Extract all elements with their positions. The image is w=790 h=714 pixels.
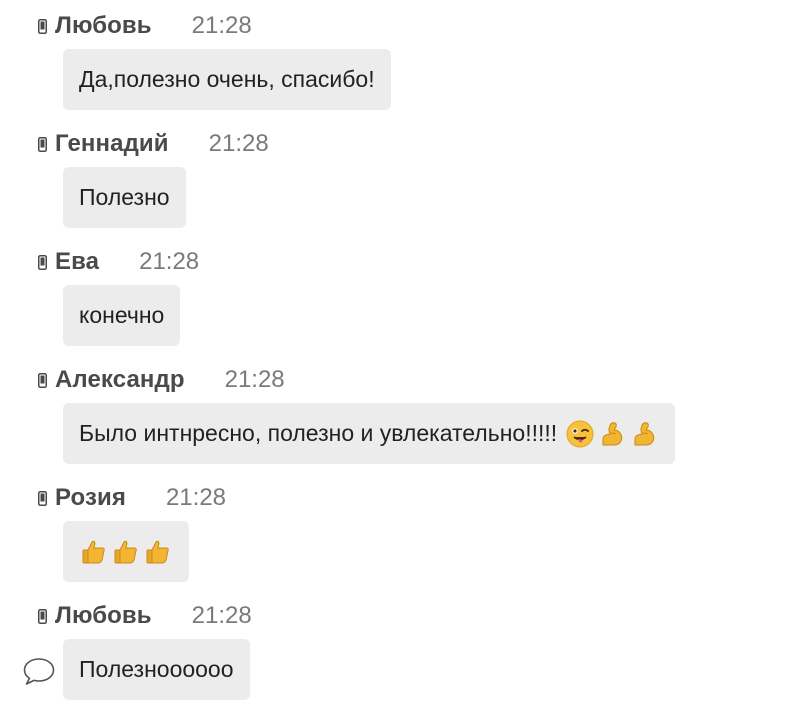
mobile-phone-icon [38, 608, 47, 624]
thumbs-up-icon [143, 537, 173, 567]
message-emojis [79, 537, 173, 567]
message-bubble: конечно [63, 285, 181, 346]
message-time: 21:28 [191, 602, 252, 629]
message-text: Полезнооооoo [79, 656, 234, 682]
message-bubble: Да,полезно очень, спасибо! [63, 49, 391, 110]
message-header: Розия 21:28 [38, 483, 226, 513]
message-time: 21:28 [191, 12, 252, 39]
message-author[interactable]: Александр [55, 366, 185, 394]
winking-face-with-tongue-icon [565, 419, 595, 449]
message-text: Да,полезно очень, спасибо! [79, 66, 375, 92]
speech-bubble-icon[interactable] [22, 656, 56, 686]
message-author[interactable]: Ева [55, 248, 99, 276]
message-header: Любовь 21:28 [38, 601, 252, 631]
message-bubble: Полезно [63, 167, 186, 228]
message-header: Ева 21:28 [38, 247, 199, 277]
message-text: Полезно [79, 184, 170, 210]
message-header: Геннадий 21:28 [38, 129, 269, 159]
mobile-phone-icon [38, 136, 47, 152]
message-author[interactable]: Розия [55, 484, 126, 512]
mobile-phone-icon [38, 490, 47, 506]
message-time: 21:28 [165, 484, 227, 511]
message-header: Любовь 21:28 [38, 11, 252, 41]
message-time: 21:28 [224, 366, 285, 393]
message-bubble [63, 521, 189, 582]
message-time: 21:28 [139, 248, 200, 275]
message-author[interactable]: Любовь [55, 602, 152, 630]
flexed-biceps-icon [629, 419, 659, 449]
mobile-phone-icon [38, 372, 47, 388]
message-bubble: Было интнресно, полезно и увлекательно!!… [63, 403, 676, 464]
thumbs-up-icon [79, 537, 109, 567]
message-bubble: Полезнооооoo [63, 639, 250, 700]
mobile-phone-icon [38, 254, 47, 270]
message-header: Александр 21:28 [38, 365, 285, 395]
message-author[interactable]: Любовь [55, 12, 152, 40]
flexed-biceps-icon [597, 419, 627, 449]
message-text: конечно [79, 302, 165, 328]
mobile-phone-icon [38, 18, 47, 34]
message-time: 21:28 [208, 130, 269, 157]
message-emojis [565, 419, 659, 449]
message-text: Было интнресно, полезно и увлекательно!!… [79, 420, 558, 446]
message-author[interactable]: Геннадий [55, 130, 169, 158]
thumbs-up-icon [111, 537, 141, 567]
chat-message-list: Любовь 21:28 Да,полезно очень, спасибо! … [0, 0, 790, 714]
